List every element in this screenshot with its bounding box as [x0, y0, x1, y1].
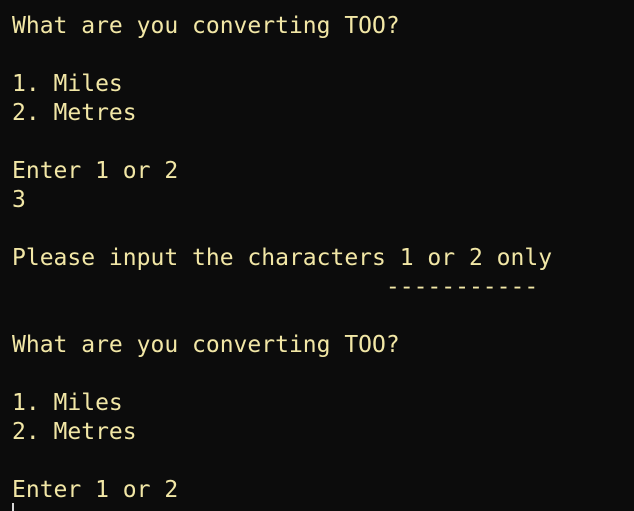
input-prompt: Enter 1 or 2 — [12, 158, 179, 184]
text-cursor — [12, 503, 14, 511]
error-underline: ----------- — [12, 274, 539, 300]
option-miles: 1. Miles — [12, 71, 123, 97]
error-message: Please input the characters 1 or 2 only — [12, 245, 553, 271]
option-miles: 1. Miles — [12, 390, 123, 416]
prompt-question: What are you converting TOO? — [12, 13, 400, 39]
option-metres: 2. Metres — [12, 100, 137, 126]
terminal-window[interactable]: What are you converting TOO? 1. Miles 2.… — [0, 0, 634, 511]
input-prompt: Enter 1 or 2 — [12, 477, 179, 503]
prompt-question: What are you converting TOO? — [12, 332, 400, 358]
user-input: 3 — [12, 187, 26, 213]
option-metres: 2. Metres — [12, 419, 137, 445]
